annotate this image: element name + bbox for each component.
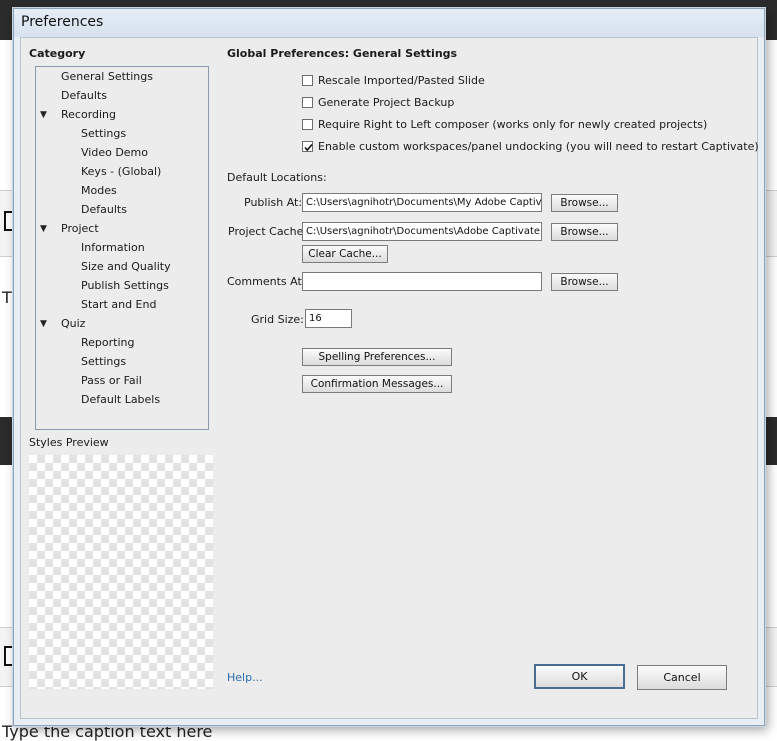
category-tree-item[interactable]: Size and Quality — [81, 259, 171, 275]
category-tree-item[interactable]: Default Labels — [81, 392, 160, 408]
category-heading: Category — [29, 47, 86, 60]
checkbox[interactable] — [302, 97, 313, 108]
category-tree-item[interactable]: Modes — [81, 183, 117, 199]
category-tree[interactable]: General Settings Defaults ▼ Recording Settin… — [35, 66, 209, 430]
publish-at-input[interactable]: C:\Users\agnihotr\Documents\My Adobe Cap… — [302, 193, 542, 212]
styles-preview-label: Styles Preview — [29, 436, 109, 449]
checkbox-label: Require Right to Left composer (works on… — [318, 118, 708, 131]
checkbox[interactable] — [302, 119, 313, 130]
category-tree-item[interactable]: Keys - (Global) — [81, 164, 161, 180]
category-tree-item[interactable]: Defaults — [61, 88, 107, 104]
category-tree-item[interactable]: Settings — [81, 126, 126, 142]
category-tree-item[interactable]: Reporting — [81, 335, 134, 351]
checkbox-label: Rescale Imported/Pasted Slide — [318, 74, 485, 87]
publish-at-label: Publish At: — [244, 196, 303, 209]
category-tree-item[interactable]: Publish Settings — [81, 278, 169, 294]
comments-at-browse-button[interactable]: Browse... — [551, 273, 618, 291]
default-locations-label: Default Locations: — [227, 171, 327, 184]
category-tree-item[interactable]: Video Demo — [81, 145, 148, 161]
grid-size-label: Grid Size: — [251, 313, 304, 326]
checkbox-label: Enable custom workspaces/panel undocking… — [318, 140, 759, 153]
background-text-fragment: T — [2, 288, 12, 307]
category-tree-item[interactable]: General Settings — [61, 69, 153, 85]
dialog-client-area: Category General Settings Defaults ▼ Record… — [20, 37, 759, 719]
styles-preview-canvas — [29, 455, 213, 689]
tree-expand-arrow-icon[interactable]: ▼ — [40, 224, 47, 234]
dialog-title: Preferences — [21, 14, 104, 30]
category-tree-item[interactable]: Settings — [81, 354, 126, 370]
tree-expand-arrow-icon[interactable]: ▼ — [40, 110, 47, 120]
project-cache-input[interactable]: C:\Users\agnihotr\Documents\Adobe Captiv… — [302, 222, 542, 241]
category-tree-item[interactable]: Information — [81, 240, 145, 256]
confirmation-messages-button[interactable]: Confirmation Messages... — [302, 375, 452, 393]
help-link[interactable]: Help... — [227, 671, 263, 684]
cancel-button[interactable]: Cancel — [637, 665, 727, 690]
category-tree-item[interactable]: Recording — [61, 107, 116, 123]
checkbox-label: Generate Project Backup — [318, 96, 455, 109]
publish-at-browse-button[interactable]: Browse... — [551, 194, 618, 212]
project-cache-label: Project Cache: — [228, 225, 308, 238]
category-tree-item[interactable]: Quiz — [61, 316, 85, 332]
category-tree-item[interactable]: Project — [61, 221, 99, 237]
title-bar[interactable]: Preferences — [14, 9, 764, 37]
checkmark-icon — [304, 143, 313, 152]
grid-size-input[interactable]: 16 — [305, 309, 352, 328]
checkbox[interactable] — [302, 141, 313, 152]
comments-at-input[interactable] — [302, 272, 542, 291]
category-tree-item[interactable]: Start and End — [81, 297, 156, 313]
category-tree-item[interactable]: Defaults — [81, 202, 127, 218]
project-cache-browse-button[interactable]: Browse... — [551, 223, 618, 241]
comments-at-label: Comments At: — [227, 275, 306, 288]
checkbox[interactable] — [302, 75, 313, 86]
tree-expand-arrow-icon[interactable]: ▼ — [40, 319, 47, 329]
clear-cache-button[interactable]: Clear Cache... — [302, 245, 388, 263]
settings-heading: Global Preferences: General Settings — [227, 47, 458, 60]
preferences-dialog: Preferences Category General Settings Def… — [13, 8, 765, 726]
category-tree-item[interactable]: Pass or Fail — [81, 373, 142, 389]
ok-button[interactable]: OK — [534, 664, 625, 689]
spelling-preferences-button[interactable]: Spelling Preferences... — [302, 348, 452, 366]
